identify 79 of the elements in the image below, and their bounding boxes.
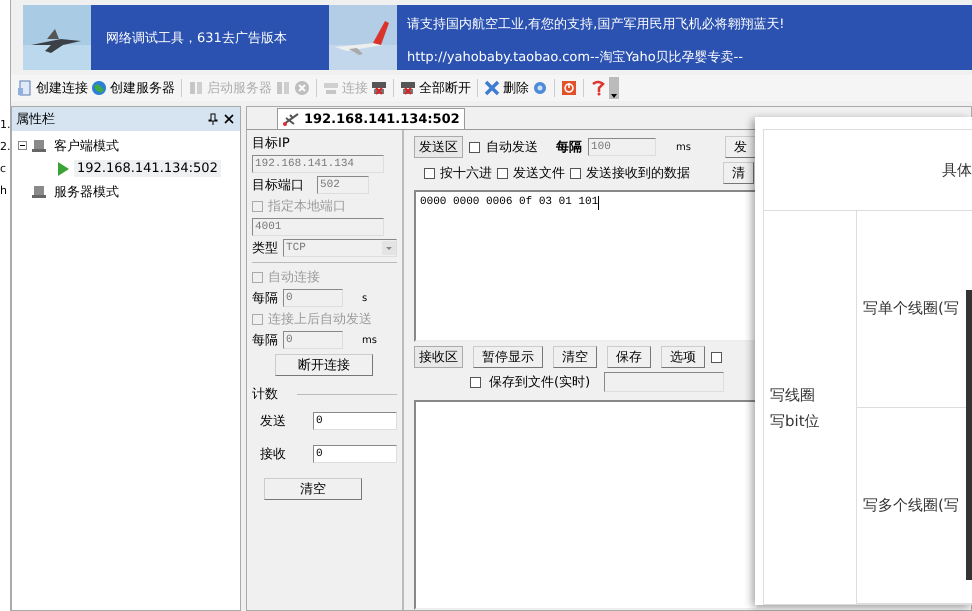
caret-icon [610,91,618,99]
tree-item[interactable]: 客户端模式 [51,136,122,156]
checkbox-label: 指定本地端口 [268,198,346,215]
table-cell: 写单个线圈(写 [863,299,959,318]
tree-item[interactable]: 192.168.141.134:502 [74,160,221,177]
toolbar-button[interactable]: 暂停显示 [473,346,543,368]
tool-icon [282,112,300,126]
toolbar-button[interactable]: 删除 [503,79,529,97]
clear-button[interactable]: 清空 [264,478,362,500]
send-button[interactable]: 发 [724,136,756,158]
checkbox-label: 连接上后自动发送 [268,311,372,328]
close-icon[interactable] [224,114,234,124]
table-header: 具体 [942,160,972,180]
unit-label: ms [676,142,691,152]
field-label: 接收 [260,446,286,463]
toolbar-button[interactable]: 清空 [553,346,597,368]
unit-label: s [362,292,368,304]
help-icon[interactable] [590,80,606,96]
checkbox[interactable] [570,168,581,178]
field-label: 类型 [252,240,278,257]
port-field[interactable]: 502 [317,176,369,194]
text-fragment: 1. [0,117,10,133]
panel-title: 属性栏 [16,111,56,128]
globe-icon[interactable] [91,80,107,96]
text-fragment: h [0,183,8,199]
toolbar-button[interactable]: 创建服务器 [110,79,175,97]
type-dropdown[interactable]: TCP [283,239,397,257]
play-icon [56,160,70,176]
pin-icon[interactable] [208,113,218,125]
banner-text: 网络调试工具，631去广告版本 [106,30,287,46]
field-label: 每隔 [252,332,278,349]
toolbar-button[interactable]: 创建连接 [36,79,88,97]
section-label: 发送区 [414,136,463,158]
connection-tab[interactable]: 192.168.141.134:502 [277,108,465,129]
field-label: 目标IP [252,135,291,152]
checkbox-label: 保存到文件(实时) [489,374,590,391]
ad-banner[interactable]: 网络调试工具，631去广告版本 请支持国内航空工业,有您的支持,国产军用民用飞机必将翱翔蓝天! http://yahobaby.taobao.com--淘宝Yaho贝比孕婴专卖-- [23,5,972,70]
expander-icon[interactable] [18,141,27,150]
checkbox[interactable] [469,142,480,152]
field-label: 每隔 [252,290,278,307]
banner-text: 请支持国内航空工业,有您的支持,国产军用民用飞机必将翱翔蓝天! [407,16,784,33]
checkbox[interactable] [470,376,481,388]
toolbar-button[interactable]: 保存 [607,346,651,368]
checkbox[interactable] [424,168,435,178]
field-label: 发送 [260,413,286,430]
toolbar-button[interactable]: 全部断开 [419,79,471,97]
checkbox-label: 自动连接 [268,269,320,286]
receive-count-field[interactable]: 0 [313,445,397,463]
table-cell-text: 写线圈 [770,384,816,406]
banner-text: http://yahobaby.taobao.com--淘宝Yaho贝比孕婴专卖-- [407,49,744,66]
disconnect-button[interactable]: 断开连接 [275,354,373,376]
power-icon[interactable] [561,80,577,96]
computer-icon [31,138,47,152]
ip-field[interactable]: 192.168.141.134 [252,155,384,173]
toolbar-button[interactable]: 选项 [661,346,705,368]
delete-icon[interactable] [484,80,500,96]
tree-item[interactable]: 服务器模式 [51,182,122,202]
checkbox-label: 发送文件 [513,165,565,182]
text-fragment: 2. [0,139,10,155]
unit-label: ms [362,334,377,346]
checkbox[interactable] [497,168,508,178]
table-cell-text: 写bit位 [770,410,821,432]
send-count-field[interactable]: 0 [313,412,397,430]
interval-field[interactable]: 100 [588,138,656,156]
computer-icon [31,184,47,198]
overflow-button[interactable] [609,77,619,99]
document-icon[interactable] [17,80,33,96]
checkbox[interactable] [711,352,722,362]
field-label: 每隔 [556,139,582,156]
field-label: 目标端口 [252,177,304,194]
checkbox-label: 按十六进 [440,165,492,182]
checkbox-label: 自动发送 [486,139,538,156]
checkbox-label: 发送接收到的数据 [586,165,690,182]
group-title: 计数 [252,386,278,403]
table-cell: 写多个线圈(写 [863,496,959,515]
file-path-field[interactable] [604,372,724,392]
text-fragment: c [0,161,8,177]
section-label: 接收区 [414,346,463,368]
clear-button[interactable]: 清 [723,162,754,184]
